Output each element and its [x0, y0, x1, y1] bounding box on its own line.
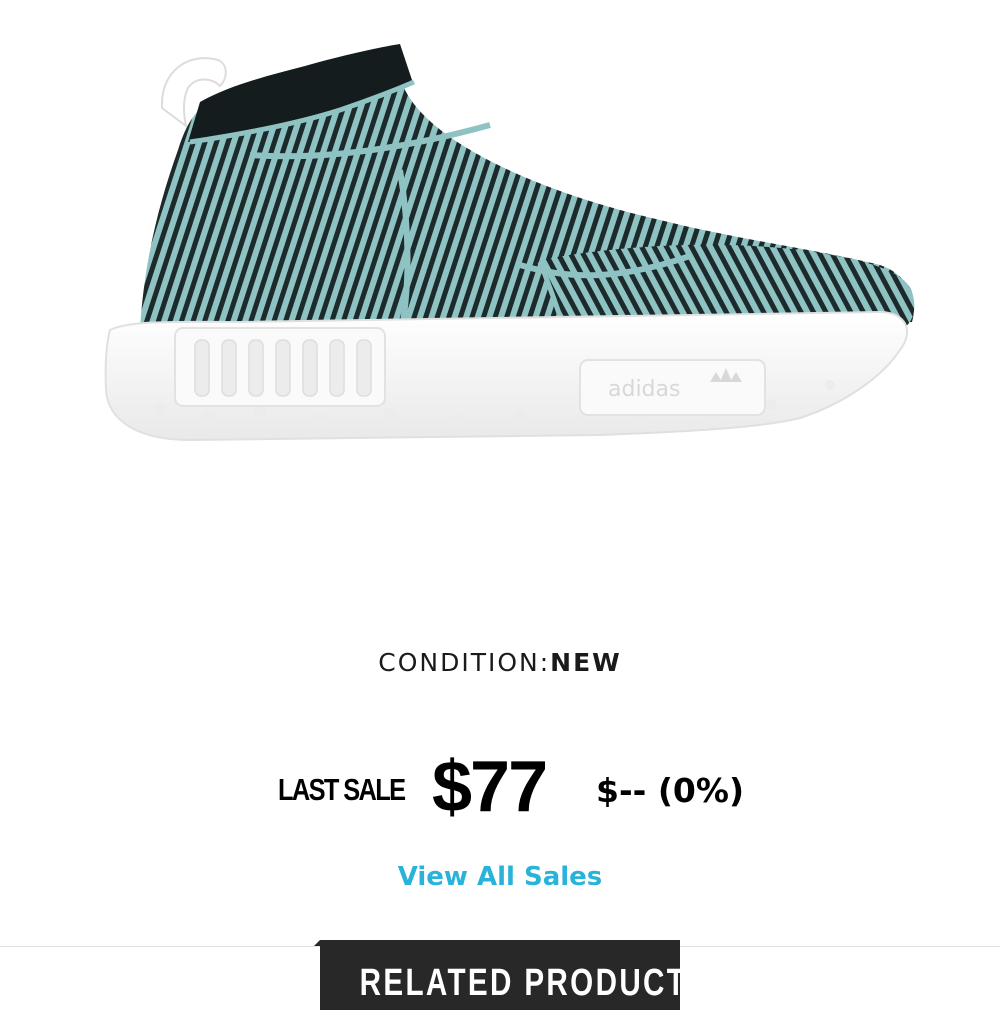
view-all-sales-link-container: View All Sales: [0, 862, 1000, 892]
last-sale-label: LAST SALE: [278, 772, 406, 807]
condition-value: NEW: [550, 648, 622, 677]
brand-logo-text: adidas: [608, 377, 680, 402]
last-sale-price: $77: [432, 747, 548, 827]
condition-label: CONDITION:: [378, 648, 551, 677]
tab-related-products-label: RELATED PRODUCTS: [359, 962, 710, 1004]
view-all-sales-link[interactable]: View All Sales: [398, 862, 603, 892]
last-sale-row: LAST SALE $77 $-- (0%): [278, 747, 758, 828]
price-change: $-- (0%): [596, 771, 745, 810]
product-image: adidas: [104, 44, 915, 442]
condition-line: CONDITION:NEW: [0, 648, 1000, 677]
